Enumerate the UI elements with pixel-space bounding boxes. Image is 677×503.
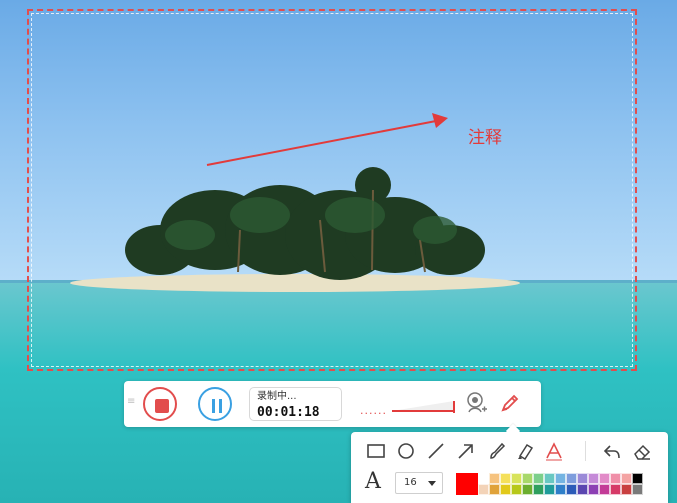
ellipse-tool[interactable] <box>395 440 417 462</box>
rectangle-icon <box>367 444 385 458</box>
volume-slider[interactable] <box>390 397 456 415</box>
audio-level-dots: ...... <box>360 404 387 417</box>
color-swatch[interactable] <box>544 473 555 484</box>
highlighter-tool[interactable] <box>514 440 536 462</box>
font-size-select[interactable]: 16 <box>395 472 443 494</box>
color-swatch[interactable] <box>577 484 588 495</box>
recording-region-inner-border <box>31 13 633 367</box>
brush-icon <box>490 442 506 459</box>
drawing-tools-panel: A 16 <box>351 432 668 503</box>
color-swatch[interactable] <box>511 484 522 495</box>
color-swatch[interactable] <box>489 473 500 484</box>
color-swatch[interactable] <box>632 484 643 495</box>
color-swatch[interactable] <box>621 484 632 495</box>
chevron-down-icon <box>428 481 436 486</box>
color-swatch[interactable] <box>610 473 621 484</box>
arrow-tool[interactable] <box>455 440 477 462</box>
pause-icon-bar <box>219 399 222 413</box>
color-swatch[interactable] <box>610 484 621 495</box>
font-glyph: A <box>365 469 381 494</box>
toolbar-divider <box>585 441 586 461</box>
color-palette <box>478 473 643 495</box>
color-swatch[interactable] <box>599 473 610 484</box>
line-tool[interactable] <box>425 440 447 462</box>
recording-region-frame[interactable] <box>27 9 637 371</box>
color-swatch[interactable] <box>500 473 511 484</box>
color-swatch[interactable] <box>555 473 566 484</box>
color-swatch[interactable] <box>544 484 555 495</box>
rectangle-tool[interactable] <box>365 440 387 462</box>
recording-status: 录制中... 00:01:18 <box>249 387 342 421</box>
color-swatch[interactable] <box>632 473 643 484</box>
text-a-icon <box>546 442 562 461</box>
color-swatch[interactable] <box>588 473 599 484</box>
color-swatch[interactable] <box>555 484 566 495</box>
annotation-text[interactable]: 注释 <box>468 128 502 148</box>
color-swatch[interactable] <box>577 473 588 484</box>
brush-tool[interactable] <box>485 440 507 462</box>
circle-icon <box>398 443 414 459</box>
color-swatch[interactable] <box>511 473 522 484</box>
pause-icon <box>212 399 215 413</box>
undo-icon <box>603 445 620 459</box>
annotate-pen-icon[interactable] <box>498 391 522 415</box>
pause-recording-button[interactable] <box>198 387 232 421</box>
stop-icon <box>155 399 169 413</box>
highlighter-icon <box>518 443 534 461</box>
color-swatch[interactable] <box>478 473 489 484</box>
color-swatch[interactable] <box>522 484 533 495</box>
color-swatch[interactable] <box>522 473 533 484</box>
color-swatch[interactable] <box>489 484 500 495</box>
undo-tool[interactable] <box>601 440 623 462</box>
arrow-icon <box>458 444 473 459</box>
font-size-value: 16 <box>404 477 417 488</box>
stop-recording-button[interactable] <box>143 387 177 421</box>
color-swatch[interactable] <box>478 484 489 495</box>
color-swatch[interactable] <box>500 484 511 495</box>
eraser-tool[interactable] <box>631 440 653 462</box>
color-swatch[interactable] <box>533 484 544 495</box>
color-swatch[interactable] <box>599 484 610 495</box>
eraser-icon <box>634 444 651 460</box>
current-color-swatch[interactable] <box>456 473 478 495</box>
line-icon <box>428 443 444 459</box>
recording-toolbar: ≡ 录制中... 00:01:18 ...... <box>124 381 541 427</box>
color-swatch[interactable] <box>533 473 544 484</box>
recording-status-text: 录制中... <box>257 391 297 402</box>
color-swatch[interactable] <box>588 484 599 495</box>
color-swatch[interactable] <box>566 473 577 484</box>
webcam-icon[interactable] <box>464 391 488 415</box>
drag-handle-icon[interactable]: ≡ <box>127 397 135 407</box>
color-swatch[interactable] <box>566 484 577 495</box>
recording-timer: 00:01:18 <box>257 405 320 420</box>
color-swatch[interactable] <box>621 473 632 484</box>
text-tool[interactable] <box>543 440 565 462</box>
